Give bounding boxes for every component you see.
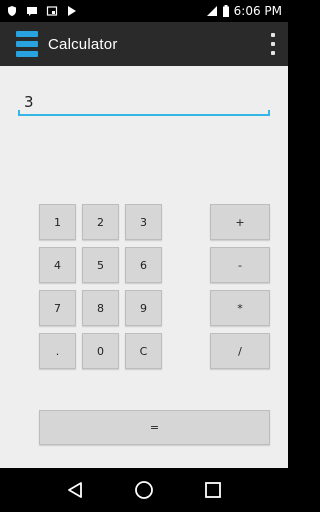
home-icon[interactable] xyxy=(132,478,156,502)
status-left-icons xyxy=(6,5,78,17)
status-time: 6:06 PM xyxy=(233,4,282,18)
shield-icon xyxy=(8,6,16,16)
key-9[interactable]: 9 xyxy=(125,290,162,326)
status-bar: 6:06 PM xyxy=(0,0,288,22)
cast-icon xyxy=(46,6,58,16)
key-8[interactable]: 8 xyxy=(82,290,119,326)
key-1[interactable]: 1 xyxy=(39,204,76,240)
key-subtract[interactable]: - xyxy=(210,247,270,283)
key-decimal[interactable]: . xyxy=(39,333,76,369)
key-7[interactable]: 7 xyxy=(39,290,76,326)
calculator-content: 1 2 3 4 5 6 7 8 9 . 0 C + - * / = xyxy=(0,66,288,468)
message-icon xyxy=(27,7,37,16)
play-store-icon xyxy=(68,6,76,16)
key-2[interactable]: 2 xyxy=(82,204,119,240)
key-5[interactable]: 5 xyxy=(82,247,119,283)
recents-icon[interactable] xyxy=(201,478,225,502)
key-clear[interactable]: C xyxy=(125,333,162,369)
app-title: Calculator xyxy=(48,35,118,53)
key-divide[interactable]: / xyxy=(210,333,270,369)
key-equals[interactable]: = xyxy=(39,410,270,445)
key-6[interactable]: 6 xyxy=(125,247,162,283)
key-4[interactable]: 4 xyxy=(39,247,76,283)
calculator-display[interactable] xyxy=(18,88,270,116)
key-add[interactable]: + xyxy=(210,204,270,240)
signal-icon xyxy=(206,6,217,16)
overflow-menu-icon[interactable] xyxy=(268,33,278,55)
navigation-bar xyxy=(0,468,288,512)
key-0[interactable]: 0 xyxy=(82,333,119,369)
back-icon[interactable] xyxy=(63,478,87,502)
menu-icon[interactable] xyxy=(16,31,38,57)
status-right: 6:06 PM xyxy=(206,4,282,18)
key-3[interactable]: 3 xyxy=(125,204,162,240)
display-underline xyxy=(18,110,270,116)
battery-icon xyxy=(222,5,229,17)
display-wrapper xyxy=(18,88,270,116)
app-bar: Calculator xyxy=(0,22,288,66)
key-multiply[interactable]: * xyxy=(210,290,270,326)
